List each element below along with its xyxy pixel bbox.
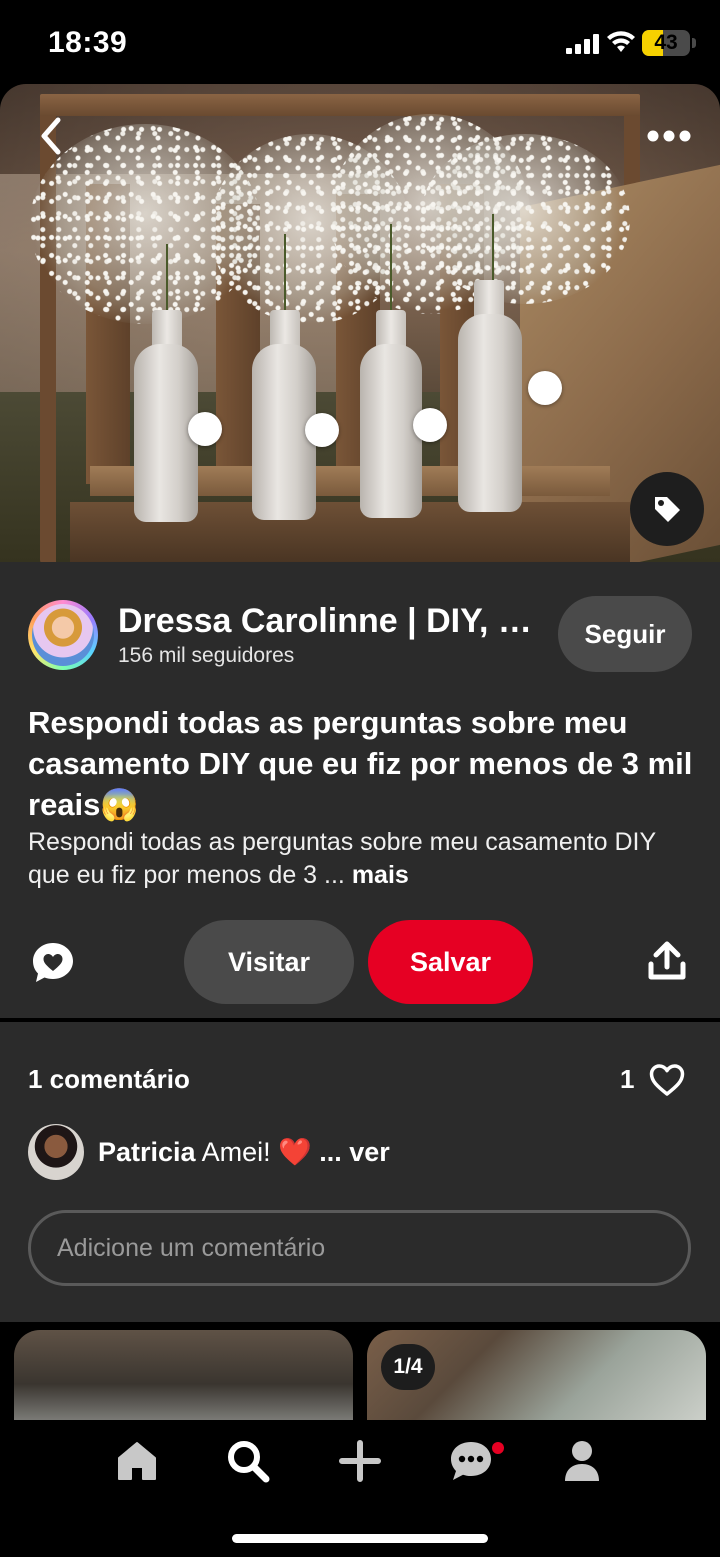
comment-input[interactable] xyxy=(28,1210,691,1286)
image-plank xyxy=(40,94,640,116)
visit-button[interactable]: Visitar xyxy=(184,920,354,1004)
pin-description: Respondi todas as perguntas sobre meu ca… xyxy=(28,826,698,892)
chevron-left-icon[interactable] xyxy=(30,114,74,158)
comments-count: 1 comentário xyxy=(28,1064,190,1094)
tag-icon xyxy=(655,497,680,522)
pin-description-text: Respondi todas as perguntas sobre meu ca… xyxy=(28,828,656,889)
plus-icon xyxy=(339,1440,381,1482)
nav-search[interactable] xyxy=(223,1436,273,1486)
home-icon xyxy=(118,1442,156,1480)
notification-dot xyxy=(492,1442,504,1454)
battery-level: 43 xyxy=(654,31,678,54)
battery-indicator: 43 xyxy=(642,30,690,56)
image-stem xyxy=(390,224,392,314)
messages-icon xyxy=(451,1442,491,1480)
comment-text: Amei! ❤️ xyxy=(201,1137,312,1167)
image-bottle xyxy=(458,314,522,512)
shop-tag-button[interactable] xyxy=(630,472,704,546)
image-stem xyxy=(166,244,168,314)
profile-icon xyxy=(565,1441,599,1481)
likes-count: 1 xyxy=(620,1064,635,1094)
author-name[interactable]: Dressa Carolinne | DIY, casamento xyxy=(118,602,538,641)
image-bottle xyxy=(360,344,422,518)
search-icon xyxy=(228,1441,270,1483)
home-indicator xyxy=(232,1534,488,1543)
carousel-page-badge: 1/4 xyxy=(381,1344,435,1390)
heart-outline-icon[interactable] xyxy=(648,1062,686,1098)
product-hotspot[interactable] xyxy=(188,412,222,446)
comment-author[interactable]: Patricia xyxy=(98,1137,196,1167)
pin-title: Respondi todas as perguntas sobre meu ca… xyxy=(28,705,693,822)
signal-icon xyxy=(566,34,599,54)
comment-more-link[interactable]: ... ver xyxy=(319,1137,390,1167)
commenter-avatar[interactable] xyxy=(28,1124,84,1180)
wifi-icon xyxy=(607,31,635,52)
battery-cap xyxy=(692,38,696,48)
product-hotspot[interactable] xyxy=(413,408,447,442)
share-icon[interactable] xyxy=(646,940,688,982)
status-time: 18:39 xyxy=(48,26,128,59)
description-more-link[interactable]: mais xyxy=(352,861,409,889)
comment-item[interactable]: Patricia Amei! ❤️ ... ver xyxy=(98,1136,390,1168)
author-followers: 156 mil seguidores xyxy=(118,644,295,667)
more-horizontal-icon[interactable] xyxy=(644,118,694,154)
image-stem xyxy=(284,234,286,314)
product-hotspot[interactable] xyxy=(528,371,562,405)
author-avatar[interactable] xyxy=(28,600,98,670)
image-flowers xyxy=(420,134,630,304)
comment-heart-icon[interactable] xyxy=(30,940,76,986)
status-bar: 18:39 43 xyxy=(0,0,720,84)
nav-create[interactable] xyxy=(335,1436,385,1486)
nav-profile[interactable] xyxy=(557,1436,607,1486)
follow-button[interactable]: Seguir xyxy=(558,596,692,672)
save-button[interactable]: Salvar xyxy=(368,920,533,1004)
nav-messages[interactable] xyxy=(446,1436,496,1486)
product-hotspot[interactable] xyxy=(305,413,339,447)
pin-image[interactable] xyxy=(0,84,720,562)
author-avatar-image xyxy=(32,604,94,666)
nav-home[interactable] xyxy=(112,1436,162,1486)
